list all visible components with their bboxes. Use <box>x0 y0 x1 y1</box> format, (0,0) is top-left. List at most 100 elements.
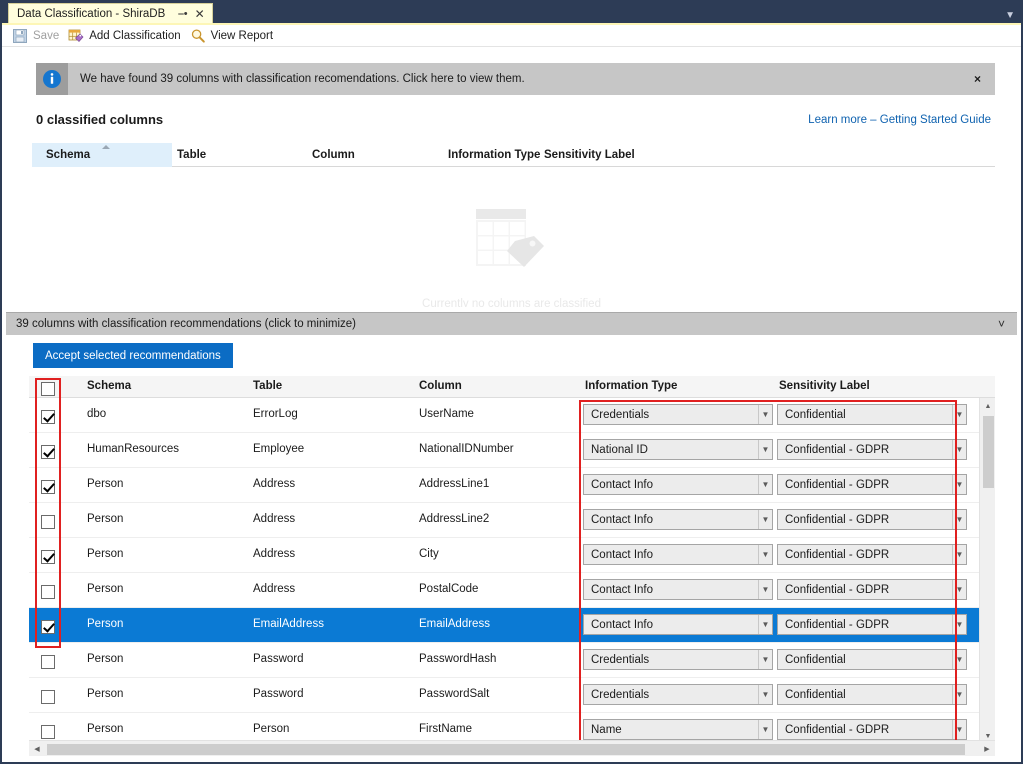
checkbox-unchecked-icon[interactable] <box>41 654 55 669</box>
chevron-down-icon[interactable]: ▼ <box>1005 11 1015 21</box>
sensitivity-label-dropdown[interactable]: Confidential - GDPR ▼ <box>777 474 967 495</box>
sensitivity-label-dropdown[interactable]: Confidential - GDPR ▼ <box>777 719 967 740</box>
classified-header-table[interactable]: Table <box>177 149 206 161</box>
table-row[interactable]: dbo ErrorLog UserName Credentials ▼ Confident… <box>29 398 979 433</box>
sensitivity-label-dropdown[interactable]: Confidential - GDPR ▼ <box>777 509 967 530</box>
close-icon[interactable]: ✕ <box>193 8 207 20</box>
save-button[interactable]: Save <box>10 26 66 46</box>
chevron-down-icon[interactable]: ▼ <box>758 615 772 634</box>
table-row[interactable]: Person Address PostalCode Contact Info ▼ Conf… <box>29 573 979 608</box>
chevron-down-icon[interactable]: ▼ <box>952 720 966 739</box>
chevron-down-icon[interactable]: ▼ <box>952 510 966 529</box>
recommendations-info-bar[interactable]: We have found 39 columns with classifica… <box>36 63 995 95</box>
row-checkbox[interactable] <box>41 618 55 636</box>
chevron-down-icon[interactable]: ▼ <box>952 615 966 634</box>
chevron-down-icon[interactable]: ▼ <box>952 545 966 564</box>
checkbox-unchecked-icon[interactable] <box>41 724 55 739</box>
vertical-scrollbar-thumb[interactable] <box>983 416 994 488</box>
checkbox-checked-icon[interactable] <box>41 444 55 459</box>
table-row[interactable]: Person Address AddressLine2 Contact Info ▼ Co… <box>29 503 979 538</box>
row-checkbox[interactable] <box>41 688 55 706</box>
row-checkbox[interactable] <box>41 408 55 426</box>
sensitivity-label-dropdown[interactable]: Confidential ▼ <box>777 649 967 670</box>
vertical-scrollbar[interactable]: ▲ ▼ <box>979 398 995 744</box>
rec-header-info-type[interactable]: Information Type <box>585 380 677 392</box>
chevron-down-icon[interactable]: ▼ <box>758 545 772 564</box>
info-bar-message[interactable]: We have found 39 columns with classifica… <box>68 73 974 85</box>
pin-icon[interactable]: ⎯• <box>176 8 189 20</box>
row-checkbox[interactable] <box>41 653 55 671</box>
information-type-dropdown[interactable]: Credentials ▼ <box>583 684 773 705</box>
information-type-dropdown[interactable]: Contact Info ▼ <box>583 474 773 495</box>
table-row[interactable]: HumanResources Employee NationalIDNumber Na… <box>29 433 979 468</box>
chevron-down-icon[interactable]: ▼ <box>758 685 772 704</box>
chevron-down-icon[interactable]: ▼ <box>758 720 772 739</box>
sensitivity-label-dropdown[interactable]: Confidential ▼ <box>777 684 967 705</box>
row-checkbox[interactable] <box>41 478 55 496</box>
row-checkbox[interactable] <box>41 548 55 566</box>
table-row[interactable]: Person EmailAddress EmailAddress Contact In… <box>29 608 979 643</box>
checkbox-checked-icon[interactable] <box>41 619 55 634</box>
checkbox-checked-icon[interactable] <box>41 409 55 424</box>
table-row[interactable]: Person Address AddressLine1 Contact Info ▼ Co… <box>29 468 979 503</box>
table-row[interactable]: Person Password PasswordSalt Credentials ▼ Co… <box>29 678 979 713</box>
row-checkbox[interactable] <box>41 723 55 741</box>
add-classification-button[interactable]: Add Classification <box>66 26 187 46</box>
horizontal-scrollbar-thumb[interactable] <box>47 744 965 755</box>
information-type-dropdown[interactable]: Credentials ▼ <box>583 649 773 670</box>
row-checkbox[interactable] <box>41 513 55 531</box>
row-checkbox[interactable] <box>41 443 55 461</box>
chevron-down-icon[interactable]: ˅ <box>998 318 1017 330</box>
rec-header-column[interactable]: Column <box>419 380 462 392</box>
sensitivity-label-dropdown[interactable]: Confidential - GDPR ▼ <box>777 579 967 600</box>
horizontal-scrollbar[interactable]: ◀ ▶ <box>29 740 995 756</box>
select-all-checkbox[interactable] <box>41 380 55 398</box>
information-type-dropdown[interactable]: Credentials ▼ <box>583 404 773 425</box>
classified-header-column[interactable]: Column <box>312 149 355 161</box>
table-row[interactable]: Person Address City Contact Info ▼ Confidenti… <box>29 538 979 573</box>
chevron-down-icon[interactable]: ▼ <box>758 580 772 599</box>
classified-header-sensitivity[interactable]: Sensitivity Label <box>544 149 635 161</box>
scroll-left-arrow-icon[interactable]: ◀ <box>29 741 45 757</box>
checkbox-checked-icon[interactable] <box>41 479 55 494</box>
chevron-down-icon[interactable]: ▼ <box>952 475 966 494</box>
rec-header-sensitivity[interactable]: Sensitivity Label <box>779 380 870 392</box>
chevron-down-icon[interactable]: ▼ <box>952 440 966 459</box>
row-checkbox[interactable] <box>41 583 55 601</box>
information-type-dropdown[interactable]: National ID ▼ <box>583 439 773 460</box>
chevron-down-icon[interactable]: ▼ <box>758 440 772 459</box>
chevron-down-icon[interactable]: ▼ <box>952 405 966 424</box>
information-type-dropdown[interactable]: Name ▼ <box>583 719 773 740</box>
sensitivity-label-dropdown[interactable]: Confidential ▼ <box>777 404 967 425</box>
accept-selected-recommendations-button[interactable]: Accept selected recommendations <box>33 343 233 368</box>
rec-header-schema[interactable]: Schema <box>87 380 131 392</box>
sensitivity-label-dropdown[interactable]: Confidential - GDPR ▼ <box>777 544 967 565</box>
scroll-up-arrow-icon[interactable]: ▲ <box>980 398 996 414</box>
checkbox-checked-icon[interactable] <box>41 549 55 564</box>
sensitivity-label-dropdown[interactable]: Confidential - GDPR ▼ <box>777 439 967 460</box>
checkbox-unchecked-icon[interactable] <box>41 514 55 529</box>
sensitivity-label-dropdown[interactable]: Confidential - GDPR ▼ <box>777 614 967 635</box>
chevron-down-icon[interactable]: ▼ <box>758 405 772 424</box>
recommendations-panel-header[interactable]: 39 columns with classification recommend… <box>6 312 1017 335</box>
chevron-down-icon[interactable]: ▼ <box>758 650 772 669</box>
view-report-button[interactable]: View Report <box>188 26 280 46</box>
learn-more-link[interactable]: Learn more – Getting Started Guide <box>808 114 991 126</box>
information-type-dropdown[interactable]: Contact Info ▼ <box>583 544 773 565</box>
tab-data-classification[interactable]: Data Classification - ShiraDB ⎯• ✕ <box>8 3 213 24</box>
chevron-down-icon[interactable]: ▼ <box>952 580 966 599</box>
checkbox-unchecked-icon[interactable] <box>41 689 55 704</box>
classified-header-info-type[interactable]: Information Type <box>448 149 540 161</box>
table-row[interactable]: Person Password PasswordHash Credentials ▼ Co… <box>29 643 979 678</box>
checkbox-unchecked-icon[interactable] <box>41 584 55 599</box>
info-bar-close-icon[interactable]: × <box>974 73 995 85</box>
information-type-dropdown[interactable]: Contact Info ▼ <box>583 509 773 530</box>
chevron-down-icon[interactable]: ▼ <box>952 685 966 704</box>
information-type-dropdown[interactable]: Contact Info ▼ <box>583 579 773 600</box>
chevron-down-icon[interactable]: ▼ <box>758 475 772 494</box>
rec-header-table[interactable]: Table <box>253 380 282 392</box>
classified-header-schema[interactable]: Schema <box>46 149 90 161</box>
chevron-down-icon[interactable]: ▼ <box>758 510 772 529</box>
chevron-down-icon[interactable]: ▼ <box>952 650 966 669</box>
scroll-right-arrow-icon[interactable]: ▶ <box>979 741 995 757</box>
